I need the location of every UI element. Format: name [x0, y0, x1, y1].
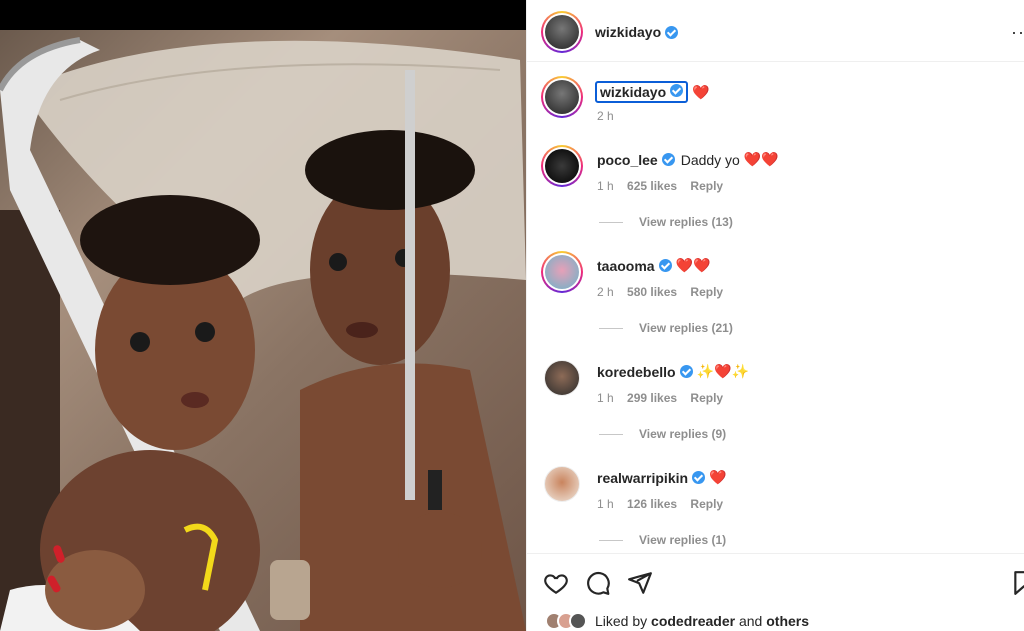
comment-row: realwarripikin ❤️: [597, 469, 726, 486]
comment-meta: 1 h 299 likes Reply: [597, 391, 723, 405]
comment-username[interactable]: koredebello: [597, 364, 676, 380]
comment-emoji: ❤️❤️: [675, 257, 711, 273]
view-replies-label: View replies (13): [639, 215, 733, 229]
post-side-panel: wizkidayo ·· wizkidayo ❤️ 2 h poco_lee D…: [526, 0, 1024, 631]
comment-emoji: ❤️: [709, 469, 727, 485]
view-replies-label: View replies (1): [639, 533, 727, 547]
reply-button[interactable]: Reply: [690, 391, 723, 405]
verified-badge-icon: [665, 25, 679, 39]
liked-by-others-link[interactable]: others: [766, 613, 809, 629]
verified-badge-icon: [670, 84, 684, 97]
caption-row: wizkidayo ❤️: [595, 81, 710, 103]
caption-timestamp[interactable]: 2 h: [597, 109, 614, 123]
comment-likes[interactable]: 580 likes: [627, 285, 677, 299]
view-replies-label: View replies (9): [639, 427, 727, 441]
liked-by-connector: and: [738, 613, 763, 629]
comment-row: poco_lee Daddy yo ❤️❤️: [597, 151, 779, 168]
comment-likes[interactable]: 126 likes: [627, 497, 677, 511]
comment-likes[interactable]: 299 likes: [627, 391, 677, 405]
view-replies-button[interactable]: View replies (9): [599, 427, 726, 441]
comment-avatar[interactable]: [544, 466, 580, 502]
comment-avatar[interactable]: [541, 145, 583, 187]
divider-line: [599, 221, 623, 223]
view-replies-button[interactable]: View replies (13): [599, 215, 733, 229]
photo-illustration: [0, 37, 526, 631]
comment-username[interactable]: taaooma: [597, 258, 655, 274]
divider-line: [599, 327, 623, 329]
divider-line: [599, 433, 623, 435]
caption-username[interactable]: wizkidayo: [595, 81, 689, 103]
verified-badge-icon: [692, 471, 706, 484]
liked-by-user-link[interactable]: codedreader: [651, 613, 735, 629]
reply-button[interactable]: Reply: [690, 285, 723, 299]
caption-author-avatar[interactable]: [541, 76, 583, 118]
comment-username[interactable]: poco_lee: [597, 152, 658, 168]
paper-plane-icon[interactable]: [627, 570, 653, 596]
verified-badge-icon: [658, 259, 672, 272]
comment-emoji: ✨❤️✨: [696, 363, 749, 379]
comment-row: koredebello ✨❤️✨: [597, 363, 749, 380]
reply-button[interactable]: Reply: [690, 179, 723, 193]
comment-likes[interactable]: 625 likes: [627, 179, 677, 193]
comment-emoji: ❤️❤️: [743, 151, 779, 167]
author-username[interactable]: wizkidayo: [595, 24, 679, 40]
liker-avatar[interactable]: [569, 612, 587, 630]
likes-summary: Liked by codedreader and others: [545, 612, 809, 630]
caption-text: ❤️: [692, 83, 710, 100]
comment-time[interactable]: 1 h: [597, 179, 614, 193]
view-replies-label: View replies (21): [639, 321, 733, 335]
heart-outline-icon[interactable]: [543, 570, 569, 596]
post-media-pane: [0, 0, 526, 631]
comment-row: taaooma ❤️❤️: [597, 257, 710, 274]
verified-badge-icon: [661, 153, 675, 166]
author-avatar[interactable]: [541, 11, 583, 53]
post-header: wizkidayo ··: [527, 0, 1024, 62]
comment-avatar[interactable]: [541, 251, 583, 293]
comment-time[interactable]: 2 h: [597, 285, 614, 299]
comment-meta: 1 h 126 likes Reply: [597, 497, 723, 511]
comment-time[interactable]: 1 h: [597, 497, 614, 511]
comment-avatar[interactable]: [544, 360, 580, 396]
verified-badge-icon: [679, 365, 693, 378]
comment-bubble-icon[interactable]: [585, 570, 611, 596]
comment-username[interactable]: realwarripikin: [597, 470, 688, 486]
view-replies-button[interactable]: View replies (1): [599, 533, 726, 547]
post-actions-bar: Liked by codedreader and others: [527, 553, 1024, 631]
divider-line: [599, 539, 623, 541]
bookmark-icon[interactable]: [1011, 570, 1024, 596]
post-photo[interactable]: [0, 30, 526, 631]
liked-by-label: Liked by: [595, 613, 648, 629]
reply-button[interactable]: Reply: [690, 497, 723, 511]
comment-meta: 1 h 625 likes Reply: [597, 179, 723, 193]
comment-time[interactable]: 1 h: [597, 391, 614, 405]
comment-text: Daddy yo: [680, 151, 740, 168]
view-replies-button[interactable]: View replies (21): [599, 321, 733, 335]
comment-meta: 2 h 580 likes Reply: [597, 285, 723, 299]
more-options-icon[interactable]: ··: [1011, 22, 1024, 43]
